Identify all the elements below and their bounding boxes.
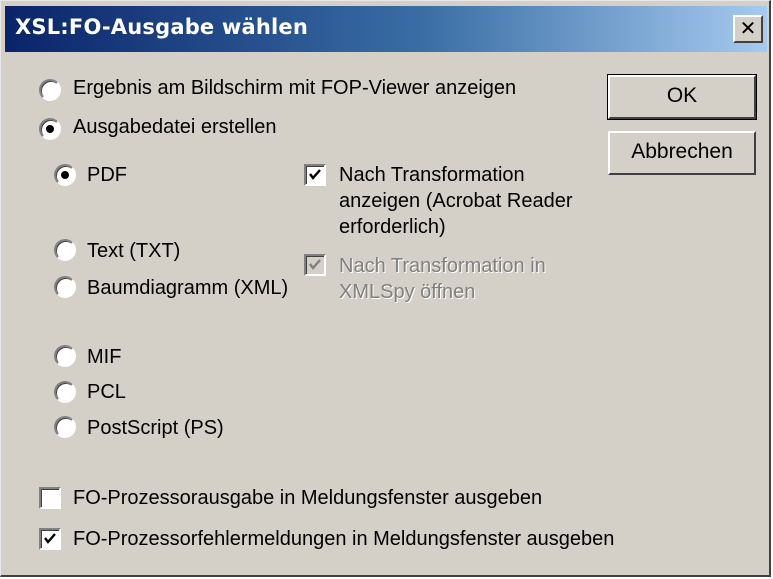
checkmark-icon bbox=[44, 533, 56, 544]
processor-errors-label[interactable]: FO-Prozessorfehlermeldungen in Meldungsf… bbox=[73, 528, 614, 551]
close-icon: ✕ bbox=[739, 16, 757, 40]
dialog-window: XSL:FO-Ausgabe wählen ✕ Ergebnis am Bild… bbox=[0, 0, 771, 577]
open-xmlspy-label-2: XMLSpy öffnen bbox=[339, 281, 476, 303]
open-acrobat-label-1[interactable]: Nach Transformation bbox=[339, 164, 525, 187]
checkbox-processor-output[interactable] bbox=[39, 487, 61, 509]
radio-mif-label[interactable]: MIF bbox=[87, 346, 121, 369]
checkmark-icon bbox=[309, 169, 321, 180]
radio-txt-label[interactable]: Text (TXT) bbox=[87, 240, 180, 263]
close-button[interactable]: ✕ bbox=[733, 15, 763, 43]
radio-viewer[interactable] bbox=[39, 79, 61, 101]
radio-selected-dot bbox=[61, 171, 69, 179]
radio-xml[interactable] bbox=[54, 276, 76, 298]
checkbox-processor-errors[interactable] bbox=[39, 528, 61, 550]
title-bar[interactable]: XSL:FO-Ausgabe wählen ✕ bbox=[5, 6, 767, 52]
radio-xml-label[interactable]: Baumdiagramm (XML) bbox=[87, 277, 288, 300]
open-xmlspy-label-1: Nach Transformation in bbox=[339, 255, 546, 277]
radio-ps-label[interactable]: PostScript (PS) bbox=[87, 417, 224, 440]
radio-file-output-label[interactable]: Ausgabedatei erstellen bbox=[73, 116, 276, 139]
radio-ps[interactable] bbox=[54, 416, 76, 438]
radio-pcl-label[interactable]: PCL bbox=[87, 381, 126, 404]
cancel-button[interactable]: Abbrechen bbox=[608, 131, 756, 175]
radio-mif[interactable] bbox=[54, 345, 76, 367]
radio-selected-dot bbox=[46, 125, 54, 133]
open-acrobat-label-2[interactable]: anzeigen (Acrobat Reader bbox=[339, 190, 572, 213]
radio-pdf[interactable] bbox=[54, 164, 76, 186]
ok-button[interactable]: OK bbox=[607, 74, 757, 120]
processor-output-label[interactable]: FO-Prozessorausgabe in Meldungsfenster a… bbox=[73, 487, 542, 510]
checkbox-open-acrobat[interactable] bbox=[304, 164, 326, 186]
radio-txt[interactable] bbox=[54, 239, 76, 261]
radio-viewer-label[interactable]: Ergebnis am Bildschirm mit FOP-Viewer an… bbox=[73, 77, 516, 100]
checkbox-open-xmlspy bbox=[304, 254, 326, 276]
radio-file-output[interactable] bbox=[39, 118, 61, 140]
radio-pcl[interactable] bbox=[54, 381, 76, 403]
dialog-title: XSL:FO-Ausgabe wählen bbox=[15, 15, 309, 39]
radio-pdf-label[interactable]: PDF bbox=[87, 164, 127, 187]
open-acrobat-label-3[interactable]: erforderlich) bbox=[339, 216, 446, 239]
checkmark-icon bbox=[309, 259, 321, 270]
